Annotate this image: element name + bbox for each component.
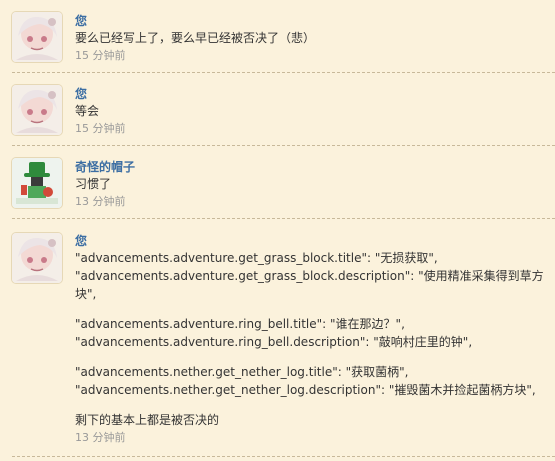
comment-text-line: 等会 (75, 104, 100, 118)
avatar[interactable] (12, 233, 62, 283)
comment-body: 您 "advancements.adventure.get_grass_bloc… (75, 233, 545, 446)
comment-text-line: "advancements.nether.get_nether_log.desc… (75, 383, 536, 397)
comment-blank-line (75, 351, 545, 363)
comment-time: 15 分钟前 (75, 49, 126, 62)
comment-text-line: "advancements.nether.get_nether_log.titl… (75, 365, 409, 379)
comment-time: 15 分钟前 (75, 122, 126, 135)
anime-girl-avatar-icon (12, 85, 62, 135)
comment-text-line: "advancements.adventure.get_grass_block.… (75, 251, 438, 265)
green-hat-figure-avatar-icon (12, 158, 62, 208)
comment-text-line: 习惯了 (75, 177, 112, 191)
anime-girl-avatar-icon (12, 12, 62, 62)
comment-author[interactable]: 您 (75, 86, 545, 102)
comment-text-line: 要么已经写上了，要么早已经被否决了（悲） (75, 31, 316, 45)
comment-author[interactable]: 您 (75, 233, 545, 249)
comment-text-line: "advancements.adventure.ring_bell.title"… (75, 317, 405, 331)
comment-blank-line (75, 399, 545, 411)
comment-text-line: 剩下的基本上都是被否决的 (75, 413, 220, 427)
comment-author[interactable]: 奇怪的帽子 (75, 159, 545, 175)
comment-time: 13 分钟前 (75, 431, 126, 444)
comment-thread: 您 要么已经写上了，要么早已经被否决了（悲） 15 分钟前 您 等会 15 分钟… (0, 0, 555, 461)
avatar[interactable] (12, 158, 62, 208)
comment-body: 您 要么已经写上了，要么早已经被否决了（悲） 15 分钟前 (75, 13, 545, 64)
comment-text-line: "advancements.adventure.ring_bell.descri… (75, 335, 473, 349)
comment-body: 您 等会 15 分钟前 (75, 86, 545, 137)
comment-author[interactable]: 您 (75, 13, 545, 29)
avatar[interactable] (12, 12, 62, 62)
comment-body: 奇怪的帽子 习惯了 13 分钟前 (75, 159, 545, 210)
avatar[interactable] (12, 85, 62, 135)
comment-blank-line (75, 303, 545, 315)
comment-text-line: "advancements.adventure.get_grass_block.… (75, 269, 544, 301)
comment-time: 13 分钟前 (75, 195, 126, 208)
anime-girl-avatar-icon (12, 233, 62, 283)
